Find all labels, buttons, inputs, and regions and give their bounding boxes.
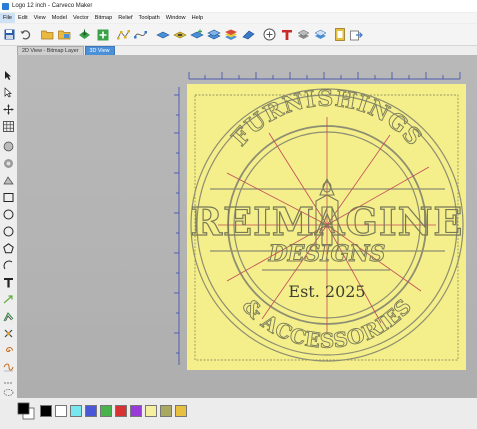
node-select-icon[interactable]	[2, 86, 14, 98]
title-bar: Logo 12 inch - Carveco Maker	[0, 0, 477, 12]
color-palette	[0, 399, 477, 429]
shape-b-icon[interactable]	[2, 157, 14, 169]
text-icon[interactable]	[2, 276, 14, 288]
viewport-canvas: FURNISHINGS & ACCESSORIES REIMAGINE DESI…	[174, 72, 466, 370]
top-ruler	[188, 72, 461, 80]
left-ruler	[174, 87, 180, 365]
relief-add-icon[interactable]	[189, 27, 204, 42]
offset-icon[interactable]	[2, 310, 14, 322]
relief-sweep-icon[interactable]	[172, 27, 187, 42]
menu-bar: File Edit View Model Vector Bitmap Relie…	[0, 13, 477, 23]
logo-est-text: Est. 2025	[288, 282, 365, 301]
export-relief-icon[interactable]	[349, 27, 364, 42]
weld-icon[interactable]	[2, 327, 14, 339]
grid-icon[interactable]	[2, 120, 14, 132]
3d-viewport[interactable]: FURNISHINGS & ACCESSORIES REIMAGINE DESI…	[17, 55, 477, 398]
swatch-black[interactable]	[40, 405, 52, 417]
view-tabs: 2D View - Bitmap Layer 3D View	[17, 46, 116, 55]
swatch-green[interactable]	[100, 405, 112, 417]
logo-main-text: REIMAGINE	[191, 199, 464, 244]
relief-blue-icon[interactable]	[240, 27, 255, 42]
primary-secondary-color-icon[interactable]	[17, 402, 35, 420]
logo-sub-text: DESIGNS	[268, 241, 386, 267]
app-window: Logo 12 inch - Carveco Maker File Edit V…	[0, 0, 477, 429]
swatch-cyan[interactable]	[70, 405, 82, 417]
tab-3d-view[interactable]: 3D View	[84, 46, 115, 55]
menu-vector[interactable]: Vector	[70, 13, 92, 23]
menu-toolpath[interactable]: Toolpath	[136, 13, 163, 23]
lasso-icon[interactable]	[2, 387, 14, 399]
menu-window[interactable]: Window	[163, 13, 189, 23]
bitmap-trace-icon[interactable]	[313, 27, 328, 42]
menu-relief[interactable]: Relief	[115, 13, 135, 23]
menu-bitmap[interactable]: Bitmap	[92, 13, 115, 23]
relief-stack-icon[interactable]	[223, 27, 238, 42]
swatch-purple[interactable]	[130, 405, 142, 417]
export-icon[interactable]	[77, 27, 92, 42]
circle-icon[interactable]	[2, 225, 14, 237]
layers-icon[interactable]	[296, 27, 311, 42]
swatch-gold[interactable]	[175, 405, 187, 417]
menu-help[interactable]: Help	[189, 13, 207, 23]
swatch-red[interactable]	[115, 405, 127, 417]
text-relief-icon[interactable]	[279, 27, 294, 42]
swatch-light-yellow[interactable]	[145, 405, 157, 417]
vector-clip-icon[interactable]	[332, 27, 347, 42]
swatch-olive[interactable]	[160, 405, 172, 417]
main-toolbar	[0, 24, 477, 46]
shape-a-icon[interactable]	[2, 140, 14, 152]
smooth-icon[interactable]	[133, 27, 148, 42]
undo-icon[interactable]	[18, 27, 33, 42]
arc-icon[interactable]	[2, 259, 14, 271]
relief-layer-icon[interactable]	[206, 27, 221, 42]
menu-file[interactable]: File	[0, 13, 16, 23]
swatch-blue[interactable]	[85, 405, 97, 417]
spiral-icon[interactable]	[2, 344, 14, 356]
node-edit-icon[interactable]	[116, 27, 131, 42]
select-icon[interactable]	[2, 69, 14, 81]
swatch-white[interactable]	[55, 405, 67, 417]
menu-model[interactable]: Model	[49, 13, 70, 23]
transform-icon[interactable]	[2, 103, 14, 115]
window-title: Logo 12 inch - Carveco Maker	[12, 3, 93, 9]
polyline-icon[interactable]	[2, 361, 14, 373]
left-toolbar	[0, 63, 16, 414]
ellipse-icon[interactable]	[2, 208, 14, 220]
relief-plane-icon[interactable]	[155, 27, 170, 42]
menu-edit[interactable]: Edit	[15, 13, 31, 23]
polygon-icon[interactable]	[2, 242, 14, 254]
arrow-tool-icon[interactable]	[2, 293, 14, 305]
rectangle-icon[interactable]	[2, 191, 14, 203]
add-icon[interactable]	[95, 27, 110, 42]
save-icon[interactable]	[2, 27, 17, 42]
menu-view[interactable]: View	[31, 13, 49, 23]
import-image-icon[interactable]	[57, 27, 72, 42]
tab-2d-view[interactable]: 2D View - Bitmap Layer	[17, 46, 84, 55]
app-logo-icon	[2, 2, 9, 10]
open-folder-icon[interactable]	[40, 27, 55, 42]
relief-reset-icon[interactable]	[262, 27, 277, 42]
shape-c-icon[interactable]	[2, 174, 14, 186]
